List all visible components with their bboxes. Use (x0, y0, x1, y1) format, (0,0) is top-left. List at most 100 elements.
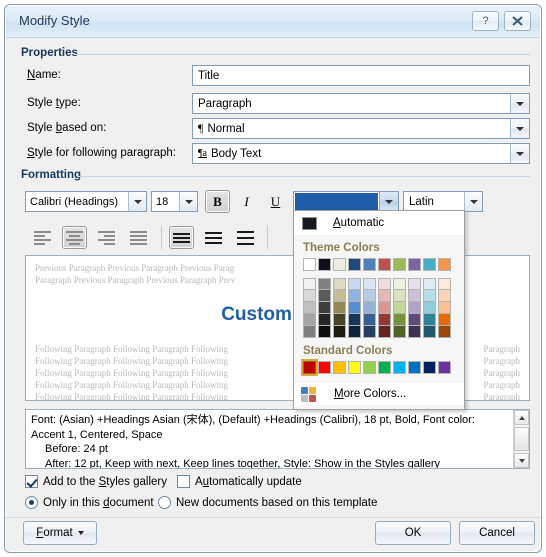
standard-color-swatch[interactable] (423, 361, 436, 374)
bold-button[interactable]: B (205, 190, 230, 213)
line-spacing-single-button[interactable] (169, 226, 194, 249)
theme-color-swatch[interactable] (438, 258, 451, 271)
theme-color-variant-swatch[interactable] (408, 302, 421, 314)
theme-color-variant-swatch[interactable] (393, 302, 406, 314)
standard-color-swatch[interactable] (348, 361, 361, 374)
theme-color-variant-swatch[interactable] (363, 302, 376, 314)
theme-color-variant-swatch[interactable] (303, 326, 316, 338)
theme-color-variant-swatch[interactable] (423, 314, 436, 326)
style-based-on-dropdown[interactable]: ¶ Normal (192, 118, 530, 139)
theme-color-swatch[interactable] (318, 258, 331, 271)
theme-color-variant-swatch[interactable] (318, 278, 331, 290)
theme-color-variant-swatch[interactable] (348, 290, 361, 302)
font-color-menu[interactable]: Automatic Theme Colors Standard Colors M… (293, 210, 465, 410)
theme-color-variant-swatch[interactable] (363, 314, 376, 326)
theme-color-variant-swatch[interactable] (318, 326, 331, 338)
theme-color-variant-swatch[interactable] (393, 326, 406, 338)
theme-color-variant-swatch[interactable] (348, 326, 361, 338)
theme-color-variant-swatch[interactable] (423, 302, 436, 314)
theme-color-variant-swatch[interactable] (423, 290, 436, 302)
theme-color-variant-swatch[interactable] (333, 278, 346, 290)
align-center-button[interactable] (62, 226, 87, 249)
font-color-button[interactable] (293, 191, 399, 212)
theme-color-variant-swatch[interactable] (333, 314, 346, 326)
theme-color-variant-swatch[interactable] (348, 314, 361, 326)
new-documents-radio[interactable]: New documents based on this template (158, 496, 377, 509)
standard-color-swatch[interactable] (378, 361, 391, 374)
standard-color-swatch[interactable] (301, 359, 318, 376)
style-following-arrow[interactable] (510, 144, 529, 163)
theme-color-variant-swatch[interactable] (438, 314, 451, 326)
style-name-input[interactable]: Title (192, 65, 530, 86)
ok-button[interactable]: OK (375, 521, 451, 545)
theme-color-variant-swatch[interactable] (378, 326, 391, 338)
description-scrollbar[interactable] (513, 410, 529, 468)
theme-color-variant-swatch[interactable] (318, 314, 331, 326)
standard-color-swatch[interactable] (318, 361, 331, 374)
close-button[interactable] (504, 11, 531, 31)
theme-color-variant-swatch[interactable] (333, 302, 346, 314)
italic-button[interactable]: I (234, 190, 259, 213)
theme-color-variant-swatch[interactable] (408, 314, 421, 326)
standard-color-swatch[interactable] (393, 361, 406, 374)
theme-color-variant-swatch[interactable] (408, 290, 421, 302)
add-to-gallery-checkbox[interactable]: Add to the Styles gallery (25, 475, 167, 488)
theme-color-variant-swatch[interactable] (378, 290, 391, 302)
style-type-dropdown[interactable]: Paragraph (192, 93, 530, 114)
font-family-dropdown[interactable]: Calibri (Headings) (25, 191, 147, 212)
automatic-color-item[interactable]: Automatic (294, 211, 464, 235)
script-arrow[interactable] (464, 192, 482, 211)
theme-color-swatch[interactable] (423, 258, 436, 271)
theme-color-swatch[interactable] (303, 258, 316, 271)
theme-color-variant-swatch[interactable] (333, 290, 346, 302)
theme-color-variant-swatch[interactable] (438, 278, 451, 290)
theme-color-variant-swatch[interactable] (438, 302, 451, 314)
theme-color-swatch[interactable] (408, 258, 421, 271)
theme-color-swatch[interactable] (363, 258, 376, 271)
theme-color-variant-swatch[interactable] (303, 314, 316, 326)
scrollbar-thumb[interactable] (514, 427, 529, 451)
theme-color-variant-swatch[interactable] (363, 278, 376, 290)
font-size-arrow[interactable] (179, 192, 197, 211)
theme-color-variant-swatch[interactable] (303, 278, 316, 290)
style-based-on-arrow[interactable] (510, 119, 529, 138)
theme-color-variant-swatch[interactable] (348, 302, 361, 314)
theme-color-variant-swatch[interactable] (438, 326, 451, 338)
align-justify-button[interactable] (126, 226, 151, 249)
theme-color-swatch[interactable] (348, 258, 361, 271)
theme-color-variant-swatch[interactable] (378, 278, 391, 290)
align-left-button[interactable] (30, 226, 55, 249)
standard-color-swatch[interactable] (333, 361, 346, 374)
standard-color-swatch[interactable] (363, 361, 376, 374)
underline-button[interactable]: U (263, 190, 288, 213)
standard-color-swatch[interactable] (438, 361, 451, 374)
line-spacing-1-5-button[interactable] (201, 226, 226, 249)
theme-color-variant-swatch[interactable] (333, 326, 346, 338)
style-following-dropdown[interactable]: ¶a Body Text (192, 143, 530, 164)
theme-color-swatch[interactable] (393, 258, 406, 271)
only-this-document-radio[interactable]: Only in this document (25, 496, 154, 509)
theme-color-variant-swatch[interactable] (393, 314, 406, 326)
theme-color-variant-swatch[interactable] (348, 278, 361, 290)
script-dropdown[interactable]: Latin (403, 191, 483, 212)
theme-color-variant-swatch[interactable] (393, 278, 406, 290)
theme-color-swatch[interactable] (333, 258, 346, 271)
font-color-arrow[interactable] (379, 192, 398, 211)
theme-color-variant-swatch[interactable] (408, 278, 421, 290)
scroll-down-button[interactable] (514, 453, 529, 468)
font-family-arrow[interactable] (128, 192, 146, 211)
font-size-dropdown[interactable]: 18 (151, 191, 198, 212)
theme-color-variant-swatch[interactable] (303, 290, 316, 302)
theme-color-variant-swatch[interactable] (378, 314, 391, 326)
theme-color-swatch[interactable] (378, 258, 391, 271)
theme-color-variant-swatch[interactable] (318, 302, 331, 314)
theme-color-variant-swatch[interactable] (378, 302, 391, 314)
theme-color-variant-swatch[interactable] (393, 290, 406, 302)
theme-color-variant-swatch[interactable] (318, 290, 331, 302)
theme-color-variant-swatch[interactable] (438, 290, 451, 302)
style-type-arrow[interactable] (510, 94, 529, 113)
auto-update-checkbox[interactable]: Automatically update (177, 475, 302, 488)
line-spacing-double-button[interactable] (233, 226, 258, 249)
format-button[interactable]: Format (23, 521, 97, 545)
cancel-button[interactable]: Cancel (459, 521, 535, 545)
